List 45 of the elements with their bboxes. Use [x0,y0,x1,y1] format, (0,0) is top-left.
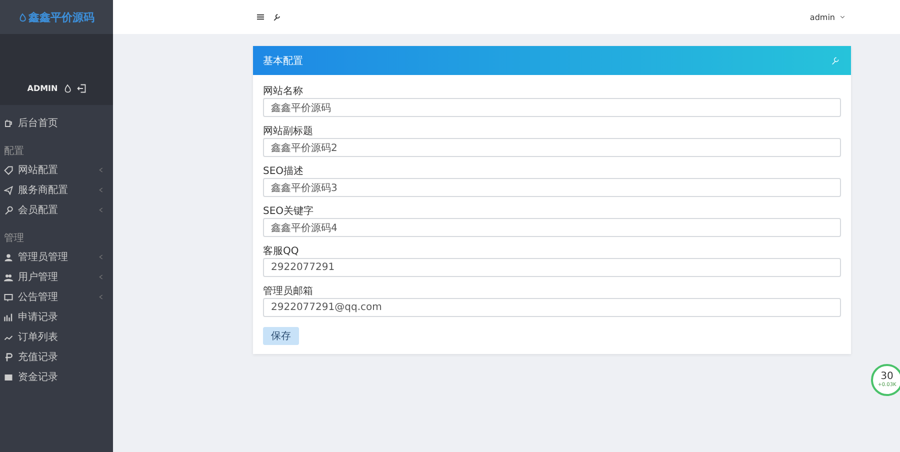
field-label: 客服QQ [263,245,299,258]
users-icon [4,272,13,282]
input-field[interactable]: 鑫鑫平价源码2 [263,138,841,157]
menu-item[interactable]: 资金记录 [0,367,113,387]
user-menu[interactable]: admin [810,12,845,22]
drop-icon[interactable] [64,84,71,93]
menu-item[interactable]: 用户管理 [0,267,113,287]
wrench-icon[interactable] [273,14,280,20]
menu-item[interactable]: 后台首页 [0,113,113,133]
save-button[interactable]: 保存 [263,327,299,345]
logo-text: 鑫鑫平价源码 [28,10,94,24]
menu-icon[interactable] [257,14,264,20]
user-name: ADMIN [27,84,58,93]
caret-icon [840,15,845,19]
section-title: 管理 [3,232,25,246]
field-label: 网站名称 [263,85,303,98]
input-field[interactable]: 2922077291 [263,258,841,277]
field-label: 网站副标题 [263,125,313,138]
menu-item[interactable]: 服务商配置 [0,180,113,200]
input-field[interactable]: 2922077291@qq.com [263,298,841,317]
menu-item[interactable]: 订单列表 [0,327,113,347]
field-label: 管理员邮箱 [263,285,313,298]
field-label: SEO描述 [263,165,304,178]
menu-item[interactable]: 网站配置 [0,160,113,180]
logout-icon[interactable] [76,84,86,93]
section-title: 配置 [3,144,25,159]
input-field[interactable]: 鑫鑫平价源码4 [263,218,841,237]
bar-chart-icon [4,312,13,322]
tag-icon [4,166,13,174]
input-field[interactable]: 鑫鑫平价源码3 [263,178,841,197]
percent-text: 30 [880,372,894,382]
flame-icon [18,12,26,22]
card-icon [4,372,13,382]
monitor-icon [4,292,13,302]
cup-icon [4,118,13,128]
user-icon [4,252,13,262]
menu-item[interactable]: 管理员管理 [0,247,113,267]
plane-icon [4,186,13,194]
input-field[interactable]: 鑫鑫平价源码 [263,98,841,117]
card-title: 基本配置 [263,54,303,68]
menu-item[interactable]: 申请记录 [0,307,113,327]
field-label: SEO关键字 [263,205,314,218]
menu-item[interactable]: 充值记录 [0,347,113,367]
menu-item[interactable]: 公告管理 [0,287,113,307]
menu-item[interactable]: 会员配置 [0,200,113,220]
